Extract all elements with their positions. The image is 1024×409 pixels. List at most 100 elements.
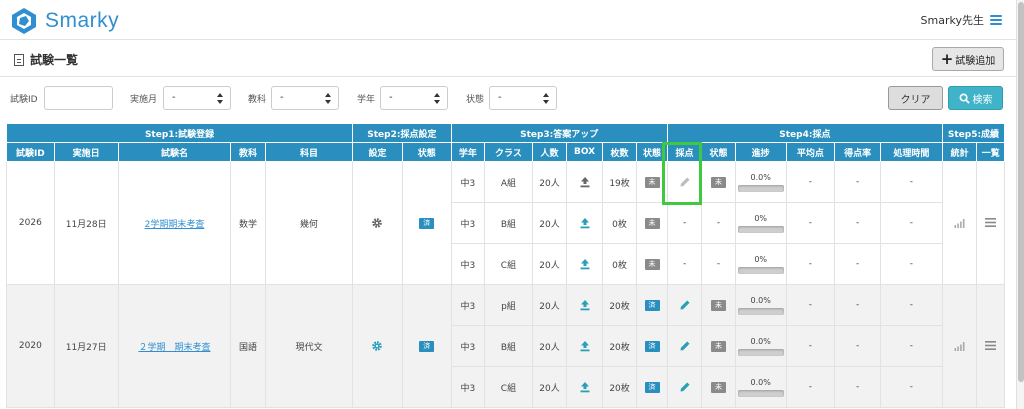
setting-cell (352, 284, 403, 408)
processing-time-cell: - (879, 161, 943, 203)
upload-icon[interactable] (579, 176, 591, 188)
grade-cell: 中3 (450, 161, 486, 203)
add-exam-button[interactable]: + 試験追加 (932, 47, 1004, 71)
gear-icon[interactable] (371, 340, 383, 352)
score-rate-cell: - (834, 243, 881, 285)
list-icon[interactable] (985, 341, 997, 350)
status-badge: 済 (419, 340, 435, 352)
select-arrows-icon (434, 93, 440, 104)
progress-indicator: 0% (737, 213, 784, 233)
pencil-icon[interactable] (679, 299, 691, 311)
scoring-cell: - (666, 202, 703, 244)
exam-name-link[interactable]: 2学期期末考査 (145, 220, 205, 230)
upload-status-cell: 済 (636, 284, 668, 326)
gear-icon[interactable] (371, 217, 383, 229)
search-icon (959, 93, 970, 104)
clear-button[interactable]: クリア (888, 86, 943, 110)
box-cell (566, 202, 603, 244)
table-row: 2020 11月27日 ２学期 期末考査 国語 現代文 済 中3 p組 20人 … (6, 284, 1005, 408)
subject-select[interactable]: - (271, 86, 339, 110)
status-select[interactable]: - (489, 86, 557, 110)
progress-indicator: 0.0% (737, 296, 784, 315)
grade-cell: 中3 (450, 366, 486, 408)
upload-status-cell: 未 (636, 161, 668, 203)
signal-bars-icon[interactable] (954, 341, 966, 351)
progress-bar (737, 266, 784, 274)
score-rate-cell: - (834, 284, 881, 326)
select-arrows-icon (543, 93, 549, 104)
processing-time-cell: - (879, 243, 943, 285)
score-rate-cell: - (834, 325, 881, 367)
exam-name-link[interactable]: ２学期 期末考査 (138, 343, 210, 353)
people-cell: 20人 (531, 325, 568, 367)
app-logo[interactable]: Smarky (9, 7, 119, 35)
list-cell (976, 161, 1005, 285)
col-exam-name[interactable]: 試験名 (117, 142, 232, 162)
class-cell: B組 (484, 325, 533, 367)
average-cell: - (785, 366, 836, 408)
stats-cell (941, 284, 978, 408)
grade-cell: 中3 (450, 284, 486, 326)
progress-indicator: 0% (737, 255, 784, 274)
status-badge: 済 (644, 340, 660, 352)
select-arrows-icon (217, 93, 223, 104)
app-name: Smarky (45, 9, 120, 32)
exam-subject-cell: 国語 (230, 284, 266, 408)
average-cell: - (785, 161, 836, 203)
user-menu[interactable]: Smarky先生 (921, 12, 1002, 28)
exam-name-cell: 2学期期末考査 (117, 161, 232, 285)
progress-label: 0.0% (750, 377, 771, 387)
status-badge: 未 (711, 381, 727, 393)
upload-icon[interactable] (579, 381, 591, 393)
page-title: 試験一覧 (14, 51, 78, 68)
pencil-icon[interactable] (679, 340, 691, 352)
progress-bar (737, 389, 784, 397)
subject-label: 教科 (248, 95, 267, 105)
average-cell: - (785, 243, 836, 285)
vertical-scrollbar[interactable] (1016, 0, 1024, 409)
col-setting-status: 状態 (401, 142, 452, 162)
col-exam-id[interactable]: 試験ID (6, 142, 55, 162)
col-subject[interactable]: 教科 (230, 142, 266, 162)
exam-date-cell: 11月28日 (53, 161, 119, 285)
search-button[interactable]: 検索 (948, 86, 1003, 110)
month-label: 実施月 (130, 95, 158, 105)
hamburger-menu-icon[interactable] (990, 15, 1002, 25)
scrollbar-thumb[interactable] (1018, 2, 1024, 382)
people-cell: 20人 (531, 243, 568, 285)
month-select-value: - (172, 92, 176, 103)
processing-time-cell: - (879, 366, 943, 408)
exam-id-label: 試験ID (10, 95, 38, 105)
pencil-icon[interactable] (679, 381, 691, 393)
class-cell: B組 (484, 202, 533, 244)
progress-cell: 0.0% (734, 284, 787, 326)
progress-bar (737, 348, 784, 356)
processing-time-cell: - (879, 284, 943, 326)
subject-select-value: - (280, 92, 284, 103)
exam-id-input[interactable] (44, 86, 113, 110)
exam-date-cell: 11月27日 (53, 284, 119, 408)
pencil-icon[interactable] (679, 176, 691, 188)
scoring-status-cell: 未 (701, 284, 736, 326)
progress-indicator: 0.0% (737, 377, 784, 397)
score-rate-cell: - (834, 366, 881, 408)
progress-label: 0% (754, 213, 768, 223)
upload-icon[interactable] (579, 258, 591, 270)
col-stats: 統計 (941, 142, 978, 162)
class-cell: A組 (484, 161, 533, 203)
list-icon[interactable] (985, 218, 997, 227)
plus-icon: + (940, 49, 954, 68)
upload-icon[interactable] (579, 217, 591, 229)
table-row: 2026 11月28日 2学期期末考査 数学 幾何 済 中3 A組 20人 19… (6, 161, 1005, 285)
signal-bars-icon[interactable] (954, 218, 966, 228)
grade-cell: 中3 (450, 325, 486, 367)
box-cell (566, 243, 603, 285)
group-step1: Step1:試験登録 (5, 123, 354, 143)
col-topic[interactable]: 科目 (264, 142, 354, 162)
col-date[interactable]: 実施日 (53, 142, 119, 162)
box-cell (566, 161, 603, 203)
upload-icon[interactable] (579, 299, 591, 311)
upload-icon[interactable] (579, 340, 591, 352)
grade-select[interactable]: - (380, 86, 448, 110)
month-select[interactable]: - (163, 86, 231, 110)
